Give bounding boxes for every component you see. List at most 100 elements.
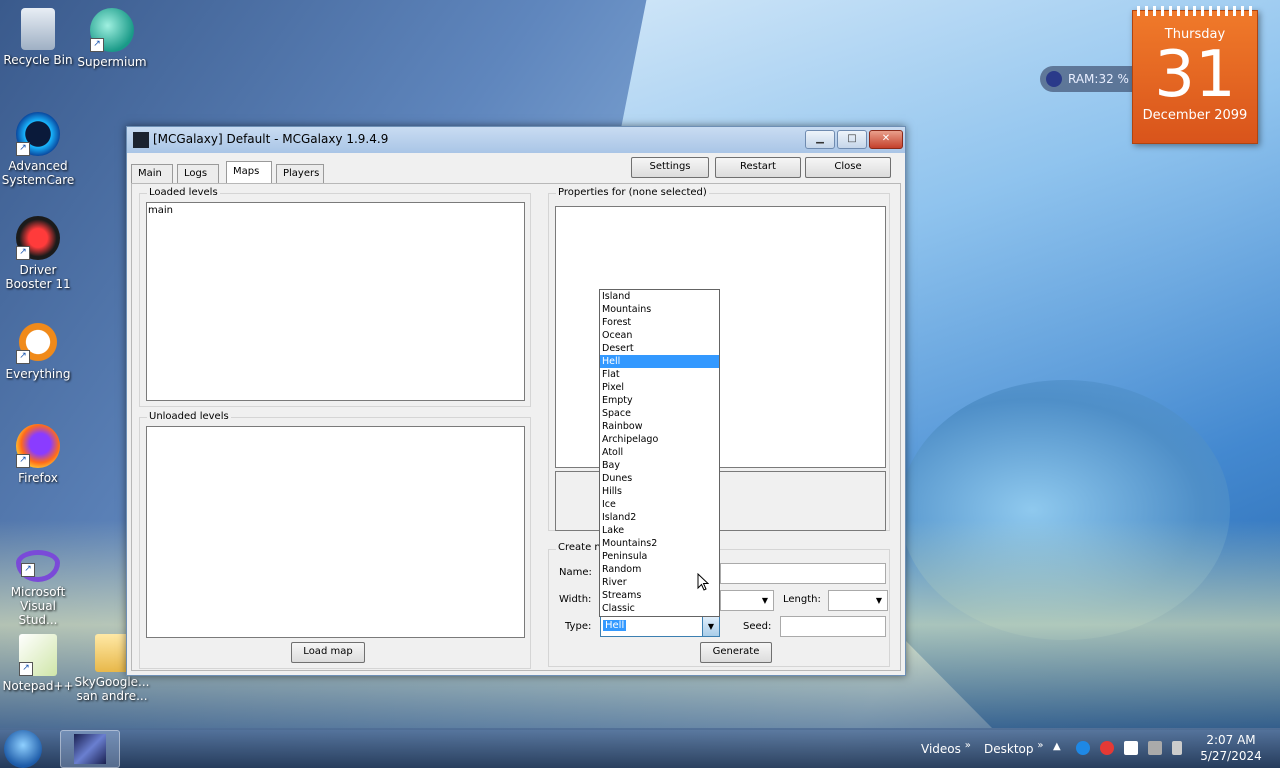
load-map-button[interactable]: Load map (291, 642, 365, 663)
action-center-flag-icon[interactable] (1124, 741, 1138, 755)
desktop-icon-driver-booster[interactable]: ↗ Driver Booster 11 (0, 216, 76, 291)
unloaded-levels-list[interactable] (146, 426, 525, 638)
dropdown-option[interactable]: Desert (600, 342, 719, 355)
dropdown-option[interactable]: Island (600, 290, 719, 303)
dropdown-option[interactable]: Hell (600, 355, 719, 368)
mcgalaxy-window: [MCGalaxy] Default - MCGalaxy 1.9.4.9 ▁ … (126, 126, 906, 676)
tray-app-icon[interactable] (1076, 741, 1090, 755)
clock-date: 5/27/2024 (1200, 749, 1262, 763)
ram-gauge-icon (1046, 71, 1062, 87)
close-button[interactable]: Close (805, 157, 891, 178)
desktop-icon-firefox[interactable]: ↗ Firefox (0, 424, 76, 485)
taskbar-app-mcgalaxy[interactable] (60, 730, 120, 768)
dropdown-option[interactable]: Mountains (600, 303, 719, 316)
toolbar-label: Desktop (984, 742, 1034, 756)
dropdown-option[interactable]: Space (600, 407, 719, 420)
dropdown-option[interactable]: Archipelago (600, 433, 719, 446)
start-button[interactable] (4, 730, 42, 768)
window-close-button[interactable]: ✕ (869, 130, 903, 149)
minimize-icon: ▁ (816, 133, 824, 144)
type-select-value: Hell (603, 620, 627, 631)
toolbar-videos[interactable]: Videos » (921, 740, 971, 756)
desktop-icon-advanced-systemcare[interactable]: ↗ Advanced SystemCare (0, 112, 76, 187)
settings-button[interactable]: Settings (631, 157, 709, 178)
tab-main[interactable]: Main (131, 164, 173, 183)
loaded-levels-list[interactable]: main (146, 202, 525, 401)
desktop-icon-recycle-bin[interactable]: Recycle Bin (0, 8, 76, 67)
dropdown-option[interactable]: Pixel (600, 381, 719, 394)
taskbar-clock[interactable]: 2:07 AM 5/27/2024 (1196, 732, 1266, 764)
show-hidden-icons-button[interactable]: ▲ (1053, 741, 1061, 752)
tab-players[interactable]: Players (276, 164, 324, 183)
ram-label: RAM:32 % (1068, 72, 1129, 86)
desktop-icon-label: Microsoft Visual Stud... (10, 585, 66, 627)
type-dropdown-list[interactable]: Island Mountains Forest Ocean Desert Hell Flat… (599, 289, 720, 617)
dropdown-option[interactable]: Island2 (600, 511, 719, 524)
tray-app-icon[interactable] (1100, 741, 1114, 755)
desktop-icon-visual-studio[interactable]: ↗ Microsoft Visual Stud... (0, 540, 76, 627)
ram-gadget: RAM:32 % (1040, 66, 1132, 92)
app-icon (133, 132, 149, 148)
width-select[interactable]: ▼ (720, 590, 774, 611)
tab-label: Logs (184, 168, 208, 179)
shortcut-arrow-icon: ↗ (16, 454, 30, 468)
window-title: [MCGalaxy] Default - MCGalaxy 1.9.4.9 (153, 132, 389, 146)
tab-logs[interactable]: Logs (177, 164, 219, 183)
chevron-down-icon: ▼ (875, 596, 883, 605)
chevron-down-icon: ▼ (761, 596, 769, 605)
volume-icon[interactable] (1172, 741, 1182, 755)
shortcut-arrow-icon: ↗ (21, 563, 35, 577)
type-select[interactable]: Hell ▼ (600, 616, 720, 637)
dropdown-option[interactable]: Classic (600, 602, 719, 615)
supermium-icon: ↗ (90, 8, 134, 52)
list-item[interactable]: main (147, 203, 524, 218)
desktop-icon-label: SkyGoogle... san andre... (74, 675, 150, 703)
network-icon[interactable] (1148, 741, 1162, 755)
desktop-icon-label: Firefox (18, 471, 58, 485)
tab-label: Main (138, 168, 162, 179)
window-titlebar[interactable]: [MCGalaxy] Default - MCGalaxy 1.9.4.9 ▁ … (127, 127, 905, 153)
seed-input[interactable] (780, 616, 886, 637)
dropdown-option[interactable]: Lake (600, 524, 719, 537)
length-select[interactable]: ▼ (828, 590, 888, 611)
desktop-icon-everything[interactable]: ↗ Everything (0, 320, 76, 381)
maximize-button[interactable]: □ (837, 130, 867, 149)
dropdown-option[interactable]: Hills (600, 485, 719, 498)
dropdown-option[interactable]: Forest (600, 316, 719, 329)
dropdown-option[interactable]: Atoll (600, 446, 719, 459)
chevron-right-icon: » (964, 740, 971, 751)
dropdown-option[interactable]: Empty (600, 394, 719, 407)
desktop-icon-label: Recycle Bin (3, 53, 73, 67)
unloaded-levels-title: Unloaded levels (147, 411, 231, 422)
desktop-icon-notepad-plus-plus[interactable]: ↗ Notepad++ (0, 634, 76, 693)
dropdown-option[interactable]: Ice (600, 498, 719, 511)
dropdown-option[interactable]: Dunes (600, 472, 719, 485)
minimize-button[interactable]: ▁ (805, 130, 835, 149)
type-label: Type: (565, 621, 592, 632)
desktop-icon-label: Supermium (77, 55, 147, 69)
folder-icon (95, 634, 129, 672)
toolbar-desktop[interactable]: Desktop » (984, 740, 1043, 756)
name-input[interactable] (720, 563, 886, 584)
chevron-down-icon[interactable]: ▼ (702, 617, 719, 636)
visual-studio-icon: ↗ (16, 550, 60, 582)
dropdown-option[interactable]: Bay (600, 459, 719, 472)
maximize-icon: □ (847, 133, 857, 144)
dropdown-option[interactable]: Mountains2 (600, 537, 719, 550)
desktop-icon-label: Notepad++ (2, 679, 74, 693)
recycle-bin-icon (21, 8, 55, 50)
dropdown-option[interactable]: Ocean (600, 329, 719, 342)
restart-button[interactable]: Restart (715, 157, 801, 178)
properties-title: Properties for (none selected) (556, 187, 709, 198)
desktop-icon-supermium[interactable]: ↗ Supermium (74, 8, 150, 69)
generate-button[interactable]: Generate (700, 642, 772, 663)
desktop-icon-label: Everything (5, 367, 71, 381)
length-label: Length: (783, 594, 821, 605)
dropdown-option[interactable]: Flat (600, 368, 719, 381)
shortcut-arrow-icon: ↗ (16, 350, 30, 364)
calendar-month-year: December 2099 (1142, 108, 1248, 123)
notepad-plus-plus-icon: ↗ (19, 634, 57, 676)
dropdown-option[interactable]: Peninsula (600, 550, 719, 563)
dropdown-option[interactable]: Rainbow (600, 420, 719, 433)
tab-maps[interactable]: Maps (226, 161, 272, 184)
